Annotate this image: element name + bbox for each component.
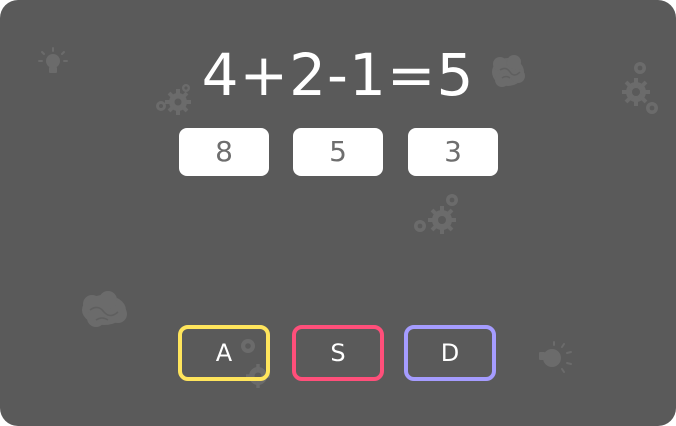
equation-display: 4+2-1=5 [201, 41, 475, 109]
brain-icon [82, 291, 127, 327]
answer-box-d: 3 [408, 128, 498, 176]
game-card: 4+2-1=5 8 5 3 A S D [0, 0, 676, 426]
answer-options: 8 5 3 [179, 128, 499, 176]
key-d-button[interactable]: D [404, 325, 496, 381]
answer-box-a: 8 [179, 128, 269, 176]
key-buttons: A S D [178, 325, 498, 381]
gears-icon [414, 194, 458, 234]
key-s-button[interactable]: S [292, 325, 384, 381]
key-a-button[interactable]: A [178, 325, 270, 381]
answer-box-s: 5 [293, 128, 383, 176]
lightbulb-icon [539, 341, 572, 373]
